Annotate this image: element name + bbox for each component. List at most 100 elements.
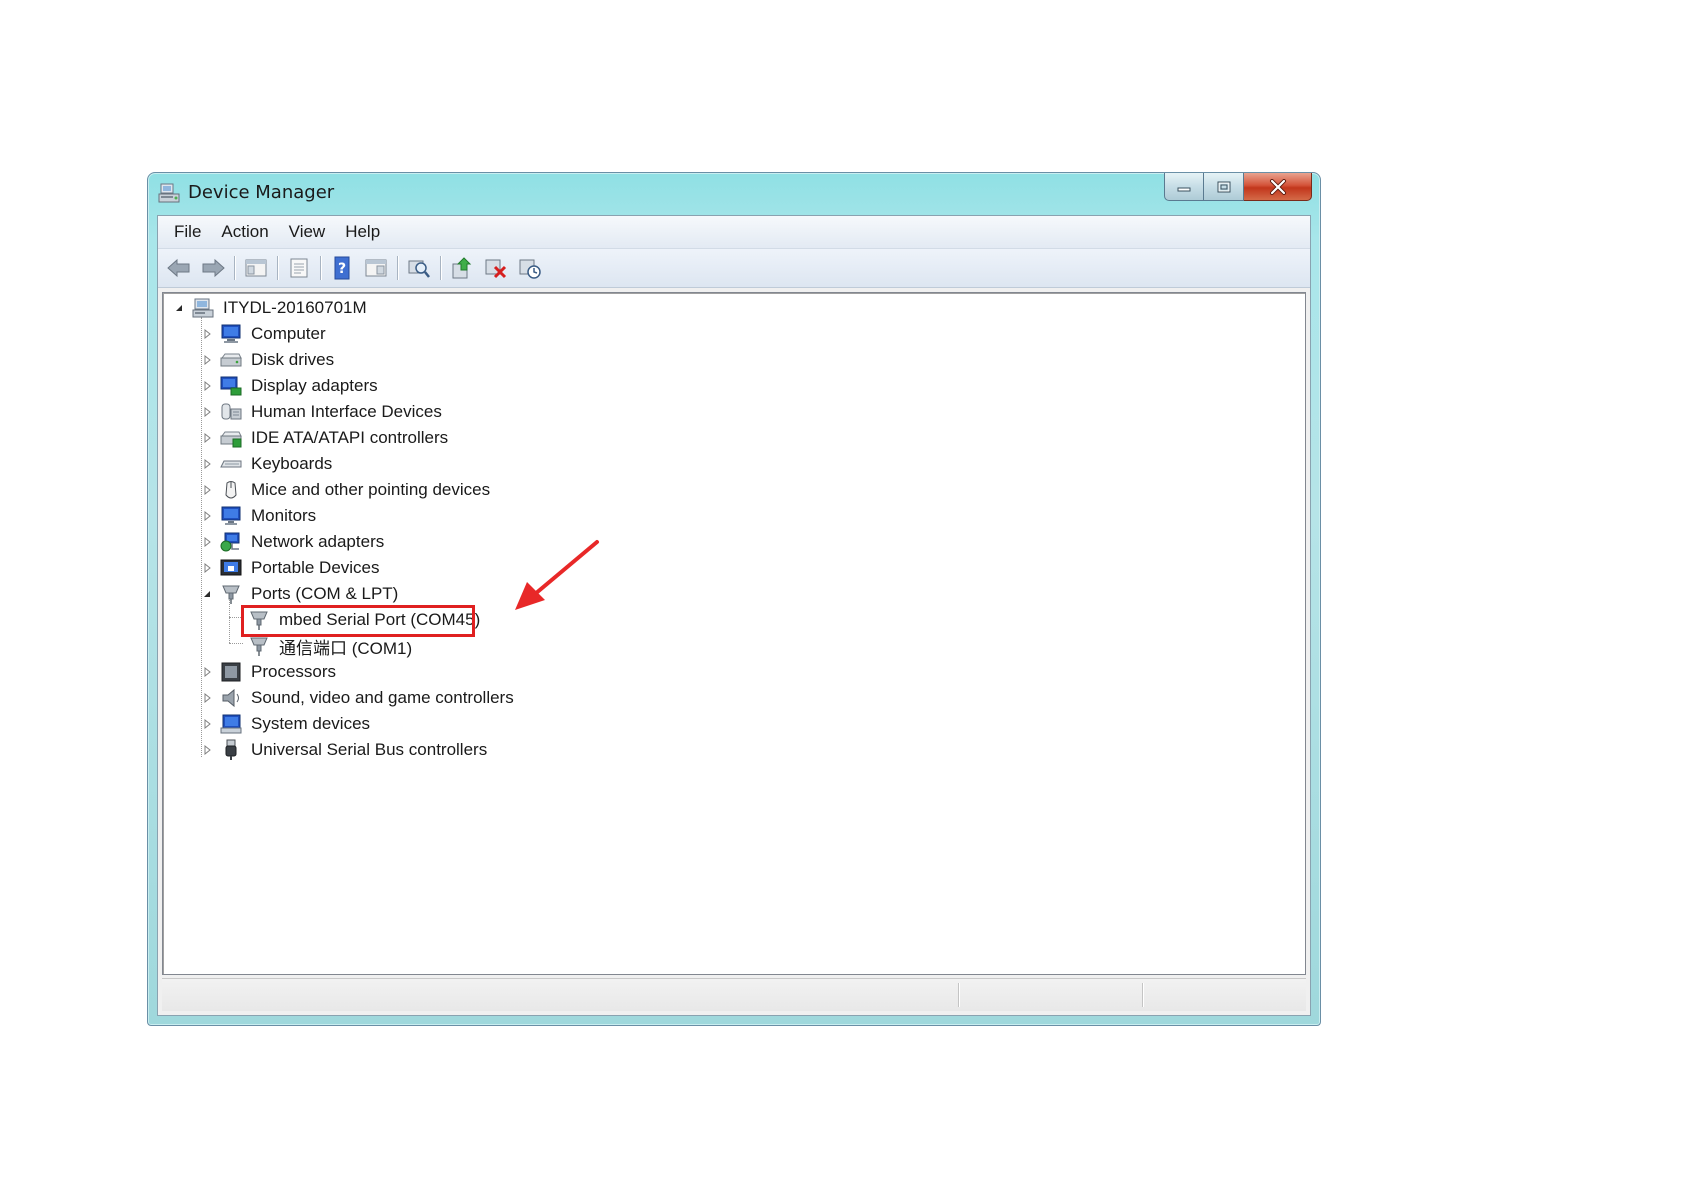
tree-item-label: Universal Serial Bus controllers: [251, 740, 488, 759]
help-button[interactable]: ?: [327, 253, 357, 283]
tree-item-usb-controllers[interactable]: Universal Serial Bus controllers: [201, 737, 487, 763]
tree-item-label: Monitors: [251, 506, 317, 525]
tree-item-ide-controllers[interactable]: IDE ATA/ATAPI controllers: [201, 425, 448, 451]
maximize-button[interactable]: [1204, 173, 1244, 201]
annotation-arrow-icon: [515, 540, 599, 610]
expand-triangle-icon[interactable]: [201, 380, 213, 392]
usb-icon: [219, 739, 243, 761]
expand-triangle-icon[interactable]: [201, 666, 213, 678]
action-pane-button[interactable]: [361, 253, 391, 283]
action-pane-icon: [365, 259, 387, 277]
help-icon: ?: [334, 256, 350, 280]
minimize-icon: [1177, 187, 1191, 191]
properties-button[interactable]: [284, 253, 314, 283]
tree-item-sound-video-game[interactable]: Sound, video and game controllers: [201, 685, 514, 711]
title-bar[interactable]: Device Manager: [148, 173, 1320, 213]
tree-item-computer[interactable]: Computer: [201, 321, 326, 347]
menu-file[interactable]: File: [164, 218, 211, 246]
tree-item-label: Keyboards: [251, 454, 333, 473]
forward-button[interactable]: [198, 253, 228, 283]
tree-item-ports[interactable]: Ports (COM & LPT): [201, 581, 398, 607]
tree-item-label: IDE ATA/ATAPI controllers: [251, 428, 449, 447]
back-button[interactable]: [164, 253, 194, 283]
collapse-triangle-icon[interactable]: [201, 588, 213, 600]
tree-line: [229, 643, 243, 644]
minimize-button[interactable]: [1164, 173, 1204, 201]
menu-help[interactable]: Help: [335, 218, 390, 246]
toolbar: ?: [158, 249, 1310, 288]
toolbar-separator: [234, 256, 235, 280]
tree-item-system-devices[interactable]: System devices: [201, 711, 370, 737]
expand-triangle-icon[interactable]: [201, 458, 213, 470]
tree-item-label: Disk drives: [251, 350, 335, 369]
scan-hardware-button[interactable]: [404, 253, 434, 283]
disable-device-icon: [519, 259, 541, 279]
toolbar-separator: [277, 256, 278, 280]
collapse-triangle-icon[interactable]: [173, 302, 185, 314]
tree-item-label: Network adapters: [251, 532, 385, 551]
tree-item-label: Portable Devices: [251, 558, 380, 577]
processor-icon: [219, 661, 243, 683]
update-driver-button[interactable]: [447, 253, 477, 283]
expand-triangle-icon[interactable]: [201, 510, 213, 522]
tree-item-label: Human Interface Devices: [251, 402, 442, 421]
network-adapter-icon: [219, 531, 243, 553]
tree-item-mice[interactable]: Mice and other pointing devices: [201, 477, 490, 503]
uninstall-device-button[interactable]: [481, 253, 511, 283]
tree-root[interactable]: ITYDL-20160701M: [173, 295, 367, 321]
scan-hardware-changes-icon: [408, 260, 430, 278]
computer-icon: [219, 323, 243, 345]
expand-triangle-icon[interactable]: [201, 718, 213, 730]
expand-triangle-icon[interactable]: [201, 432, 213, 444]
device-tree-view[interactable]: ITYDL-20160701M Computer Disk drives Dis…: [162, 292, 1306, 975]
menu-action[interactable]: Action: [211, 218, 278, 246]
tree-item-human-interface-devices[interactable]: Human Interface Devices: [201, 399, 442, 425]
tree-item-label: Computer: [251, 324, 326, 343]
toolbar-separator: [397, 256, 398, 280]
tree-item-keyboards[interactable]: Keyboards: [201, 451, 332, 477]
status-bar: [162, 978, 1306, 1011]
close-button[interactable]: [1244, 173, 1312, 201]
show-hide-console-tree-button[interactable]: [241, 253, 271, 283]
device-manager-window: Device Manager File Action View Help ? I…: [147, 172, 1321, 1026]
window-title: Device Manager: [188, 182, 335, 203]
disable-device-button[interactable]: [515, 253, 545, 283]
back-arrow-icon: [167, 258, 190, 278]
maximize-icon: [1217, 181, 1230, 192]
port-icon: [219, 583, 243, 605]
hid-icon: [219, 401, 243, 423]
expand-triangle-icon[interactable]: [201, 744, 213, 756]
tree-item-disk-drives[interactable]: Disk drives: [201, 347, 334, 373]
tree-item-network-adapters[interactable]: Network adapters: [201, 529, 384, 555]
expand-triangle-icon[interactable]: [201, 562, 213, 574]
tree-item-processors[interactable]: Processors: [201, 659, 336, 685]
close-icon: [1269, 178, 1286, 195]
monitor-icon: [219, 505, 243, 527]
tree-item-portable-devices[interactable]: Portable Devices: [201, 555, 380, 581]
expand-triangle-icon[interactable]: [201, 692, 213, 704]
expand-triangle-icon[interactable]: [201, 484, 213, 496]
tree-item-display-adapters[interactable]: Display adapters: [201, 373, 378, 399]
ide-controller-icon: [219, 427, 243, 449]
computer-root-icon: [191, 297, 215, 319]
speaker-icon: [219, 687, 243, 709]
status-divider: [958, 983, 959, 1007]
portable-device-icon: [219, 557, 243, 579]
tree-item-label: Display adapters: [251, 376, 378, 395]
expand-triangle-icon[interactable]: [201, 328, 213, 340]
highlight-box: [241, 605, 475, 637]
menu-view[interactable]: View: [279, 218, 336, 246]
status-divider: [1142, 983, 1143, 1007]
toolbar-separator: [320, 256, 321, 280]
expand-triangle-icon[interactable]: [201, 406, 213, 418]
disk-drive-icon: [219, 349, 243, 371]
tree-item-monitors[interactable]: Monitors: [201, 503, 316, 529]
tree-item-label: Mice and other pointing devices: [251, 480, 491, 499]
device-manager-icon: [158, 182, 182, 204]
forward-arrow-icon: [202, 258, 225, 278]
svg-text:?: ?: [338, 261, 346, 277]
expand-triangle-icon[interactable]: [201, 354, 213, 366]
uninstall-device-icon: [485, 259, 507, 279]
expand-triangle-icon[interactable]: [201, 536, 213, 548]
caption-buttons: [1164, 173, 1312, 201]
